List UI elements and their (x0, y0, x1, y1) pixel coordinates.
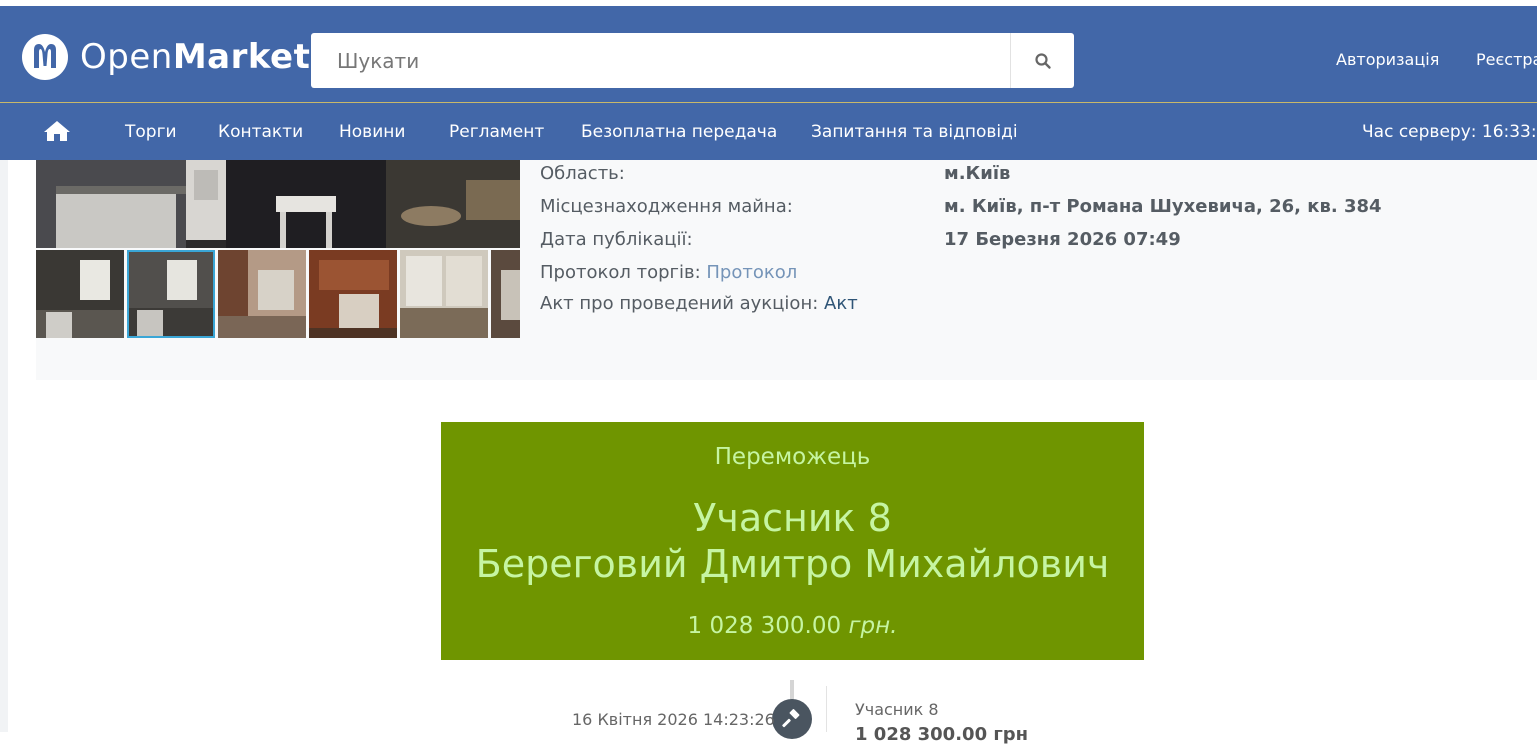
logo-mark-icon (22, 34, 68, 80)
home-icon[interactable] (43, 119, 71, 143)
main-photo[interactable] (36, 160, 520, 248)
search-button[interactable] (1010, 33, 1074, 88)
top-header: OpenMarket Авторизація Реєстра (0, 0, 1537, 102)
nav-item-news[interactable]: Новини (339, 122, 405, 142)
main-nav: Торги Контакти Новини Регламент Безоплат… (0, 102, 1537, 160)
thumbnail[interactable] (491, 250, 520, 338)
thumbnail[interactable] (36, 250, 124, 338)
thumbnail-selected[interactable] (127, 250, 215, 338)
login-link[interactable]: Авторизація (1336, 50, 1439, 69)
nav-item-regulations[interactable]: Регламент (449, 122, 544, 142)
act-row: Акт про проведений аукціон: Акт (540, 293, 858, 314)
location-value: м. Київ, п-т Романа Шухевича, 26, кв. 38… (944, 196, 1382, 217)
server-time: Час серверу: 16:33: (1362, 122, 1537, 142)
region-value: м.Київ (944, 163, 1011, 184)
protocol-row: Протокол торгів: Протокол (540, 262, 797, 283)
timeline-separator (826, 686, 827, 732)
search-box (311, 33, 1074, 88)
page-left-border (0, 160, 8, 732)
winner-participant: Учасник 8 (693, 496, 892, 540)
search-icon (1034, 52, 1051, 69)
timeline-amount: 1 028 300.00 грн (855, 724, 1029, 745)
published-value: 17 Березня 2026 07:49 (944, 229, 1181, 250)
winner-card: Переможець Учасник 8 Береговий Дмитро Ми… (441, 422, 1144, 660)
photo-thumbnails (36, 250, 520, 338)
protocol-label: Протокол торгів: (540, 262, 701, 283)
openmarket-logo[interactable]: OpenMarket (22, 34, 310, 80)
nav-item-free-transfer[interactable]: Безоплатна передача (581, 122, 777, 142)
logo-text: OpenMarket (80, 37, 311, 77)
thumbnail[interactable] (309, 250, 397, 338)
nav-item-auctions[interactable]: Торги (125, 122, 177, 142)
register-link[interactable]: Реєстра (1476, 50, 1537, 69)
winner-label: Переможець (714, 444, 871, 470)
winner-price: 1 028 300.00 грн. (687, 613, 898, 639)
timeline-participant: Учасник 8 (855, 700, 939, 719)
region-label: Область: (540, 163, 625, 184)
winner-name: Учасник 8 Береговий Дмитро Михайлович (441, 495, 1144, 587)
location-label: Місцезнаходження майна: (540, 196, 793, 217)
thumbnail[interactable] (218, 250, 306, 338)
act-link[interactable]: Акт (824, 293, 858, 314)
search-input[interactable] (311, 33, 1010, 88)
act-label: Акт про проведений аукціон: (540, 293, 819, 314)
nav-item-contacts[interactable]: Контакти (218, 122, 303, 142)
winner-full-name: Береговий Дмитро Михайлович (475, 542, 1110, 586)
protocol-link[interactable]: Протокол (706, 262, 797, 283)
thumbnail[interactable] (400, 250, 488, 338)
nav-item-faq[interactable]: Запитання та відповіді (811, 122, 1018, 142)
published-label: Дата публікації: (540, 229, 693, 250)
gavel-icon (772, 699, 812, 739)
timeline-date: 16 Квітня 2026 14:23:26 (572, 710, 775, 729)
